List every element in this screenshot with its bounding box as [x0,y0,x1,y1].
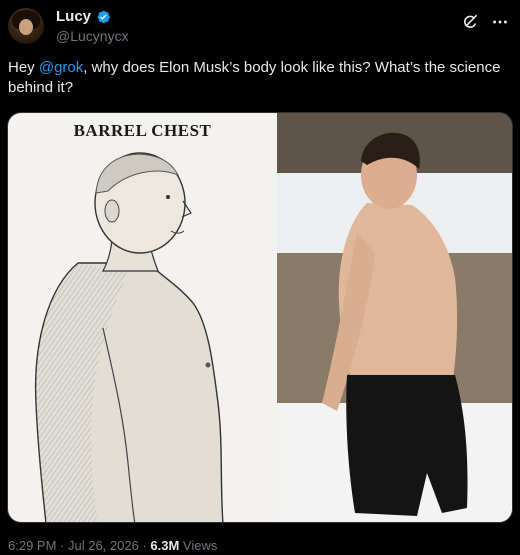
views-label: Views [179,538,218,553]
tweet-footer: 6:29 PM · Jul 26, 2026 · 6.3M Views [8,538,217,553]
author-name-row[interactable]: Lucy [56,8,129,26]
sketch-figure [34,152,224,522]
header-actions [460,12,510,32]
verified-badge-icon [95,9,111,25]
tweet-time[interactable]: 6:29 PM [8,538,56,553]
tweet-text: Hey @grok, why does Elon Musk’s body loo… [8,58,508,98]
photo-figure [277,113,512,522]
barrel-chest-illustration: BARREL CHEST [8,113,277,522]
tweet-header: Lucy @Lucynycx [8,8,512,48]
beach-photo [277,113,512,522]
views-count[interactable]: 6.3M [150,538,179,553]
more-options-icon[interactable] [490,12,510,32]
footer-separator-2: · [138,538,151,553]
author-block: Lucy @Lucynycx [56,8,129,45]
mention-link[interactable]: @grok [39,59,83,76]
author-display-name[interactable]: Lucy [56,8,91,26]
tweet-text-start: Hey [8,59,39,76]
author-handle[interactable]: @Lucynycx [56,27,129,45]
footer-separator: · [56,538,68,553]
grok-icon[interactable] [460,12,480,32]
avatar[interactable] [8,8,44,44]
tweet-media[interactable]: BARREL CHEST [7,112,513,523]
tweet-date[interactable]: Jul 26, 2026 [68,538,139,553]
